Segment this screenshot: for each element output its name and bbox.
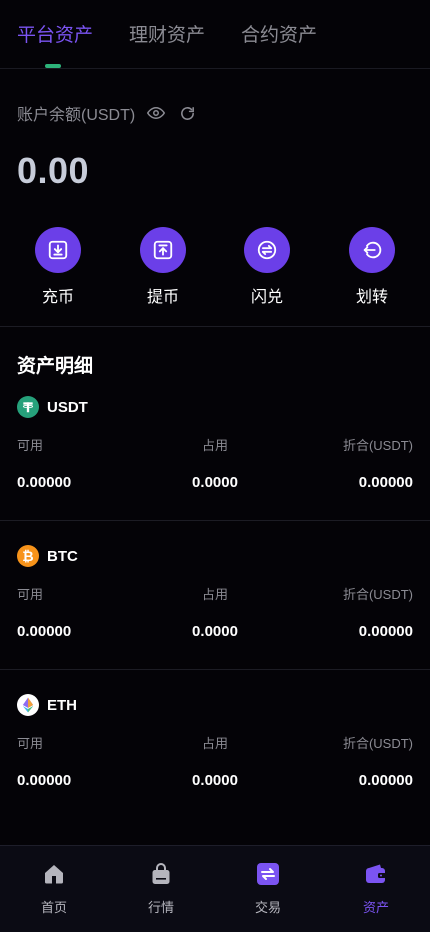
balance-header: 账户余额(USDT) [17, 102, 198, 124]
occupied-label: 占用 [201, 438, 229, 453]
eye-icon[interactable] [145, 102, 167, 124]
converted-value: 0.00000 [358, 772, 413, 789]
nav-label: 首页 [40, 900, 67, 915]
asset-row-eth[interactable]: ETH 可用 占用 折合(USDT) 0.00000 0.0000 0.0000… [0, 693, 430, 843]
swap-button[interactable]: 闪兑 [237, 227, 297, 307]
occupied-value: 0.0000 [192, 474, 238, 491]
converted-value: 0.00000 [358, 474, 413, 491]
occupied-label: 占用 [201, 587, 229, 602]
asset-header: ₿ BTC [17, 544, 78, 568]
withdraw-icon [140, 227, 186, 273]
asset-symbol: ETH [47, 696, 77, 714]
asset-tabs: 平台资产 理财资产 合约资产 [0, 0, 430, 69]
transfer-button[interactable]: 划转 [342, 227, 402, 307]
transfer-icon [349, 227, 395, 273]
deposit-label: 充币 [41, 289, 74, 306]
tab-platform-assets[interactable]: 平台资产 [17, 20, 93, 47]
nav-label: 行情 [147, 900, 174, 915]
available-value: 0.00000 [17, 623, 72, 640]
eth-coin-icon [17, 694, 39, 716]
tab-finance-assets[interactable]: 理财资产 [129, 20, 205, 47]
converted-value: 0.00000 [358, 623, 413, 640]
asset-row-btc[interactable]: ₿ BTC 可用 占用 折合(USDT) 0.00000 0.0000 0.00… [0, 544, 430, 694]
deposit-button[interactable]: 充币 [28, 227, 88, 307]
nav-assets[interactable]: 资产 [346, 862, 406, 916]
occupied-value: 0.0000 [192, 772, 238, 789]
nav-label: 资产 [362, 900, 389, 915]
nav-label: 交易 [254, 900, 281, 915]
deposit-icon [35, 227, 81, 273]
withdraw-button[interactable]: 提币 [133, 227, 193, 307]
asset-header: ETH [17, 693, 77, 717]
balance-label: 账户余额(USDT) [17, 107, 136, 124]
asset-symbol: USDT [47, 398, 88, 416]
nav-market[interactable]: 行情 [131, 862, 191, 916]
active-tab-indicator [45, 64, 61, 68]
asset-row-usdt[interactable]: USDT 可用 占用 折合(USDT) 0.00000 0.0000 0.000… [0, 395, 430, 545]
balance-value: 0.00 [17, 150, 90, 191]
nav-home[interactable]: 首页 [24, 862, 84, 916]
available-label: 可用 [17, 587, 44, 602]
wallet-icon [364, 862, 388, 891]
occupied-label: 占用 [201, 736, 229, 751]
home-icon [42, 862, 66, 891]
tab-contract-assets[interactable]: 合约资产 [241, 20, 317, 47]
swap-label: 闪兑 [250, 289, 283, 306]
btc-coin-icon: ₿ [17, 545, 39, 567]
action-bar: 充币 提币 闪兑 划转 [0, 227, 430, 307]
nav-trade[interactable]: 交易 [238, 862, 298, 916]
available-value: 0.00000 [17, 772, 72, 789]
swap-icon [244, 227, 290, 273]
divider [0, 326, 430, 327]
divider [0, 520, 430, 521]
available-label: 可用 [17, 438, 44, 453]
available-label: 可用 [17, 736, 44, 751]
asset-details-title: 资产明细 [17, 356, 94, 377]
asset-symbol: BTC [47, 547, 78, 565]
transfer-label: 划转 [355, 289, 388, 306]
divider [0, 669, 430, 670]
bottom-nav: 首页 行情 交易 资产 [0, 845, 430, 932]
occupied-value: 0.0000 [192, 623, 238, 640]
withdraw-label: 提币 [146, 289, 179, 306]
converted-label: 折合(USDT) [342, 736, 413, 751]
converted-label: 折合(USDT) [342, 587, 413, 602]
trade-icon [256, 862, 280, 891]
usdt-coin-icon [17, 396, 39, 418]
available-value: 0.00000 [17, 474, 72, 491]
asset-header: USDT [17, 395, 88, 419]
market-icon [149, 862, 173, 891]
refresh-icon[interactable] [176, 102, 198, 124]
converted-label: 折合(USDT) [342, 438, 413, 453]
